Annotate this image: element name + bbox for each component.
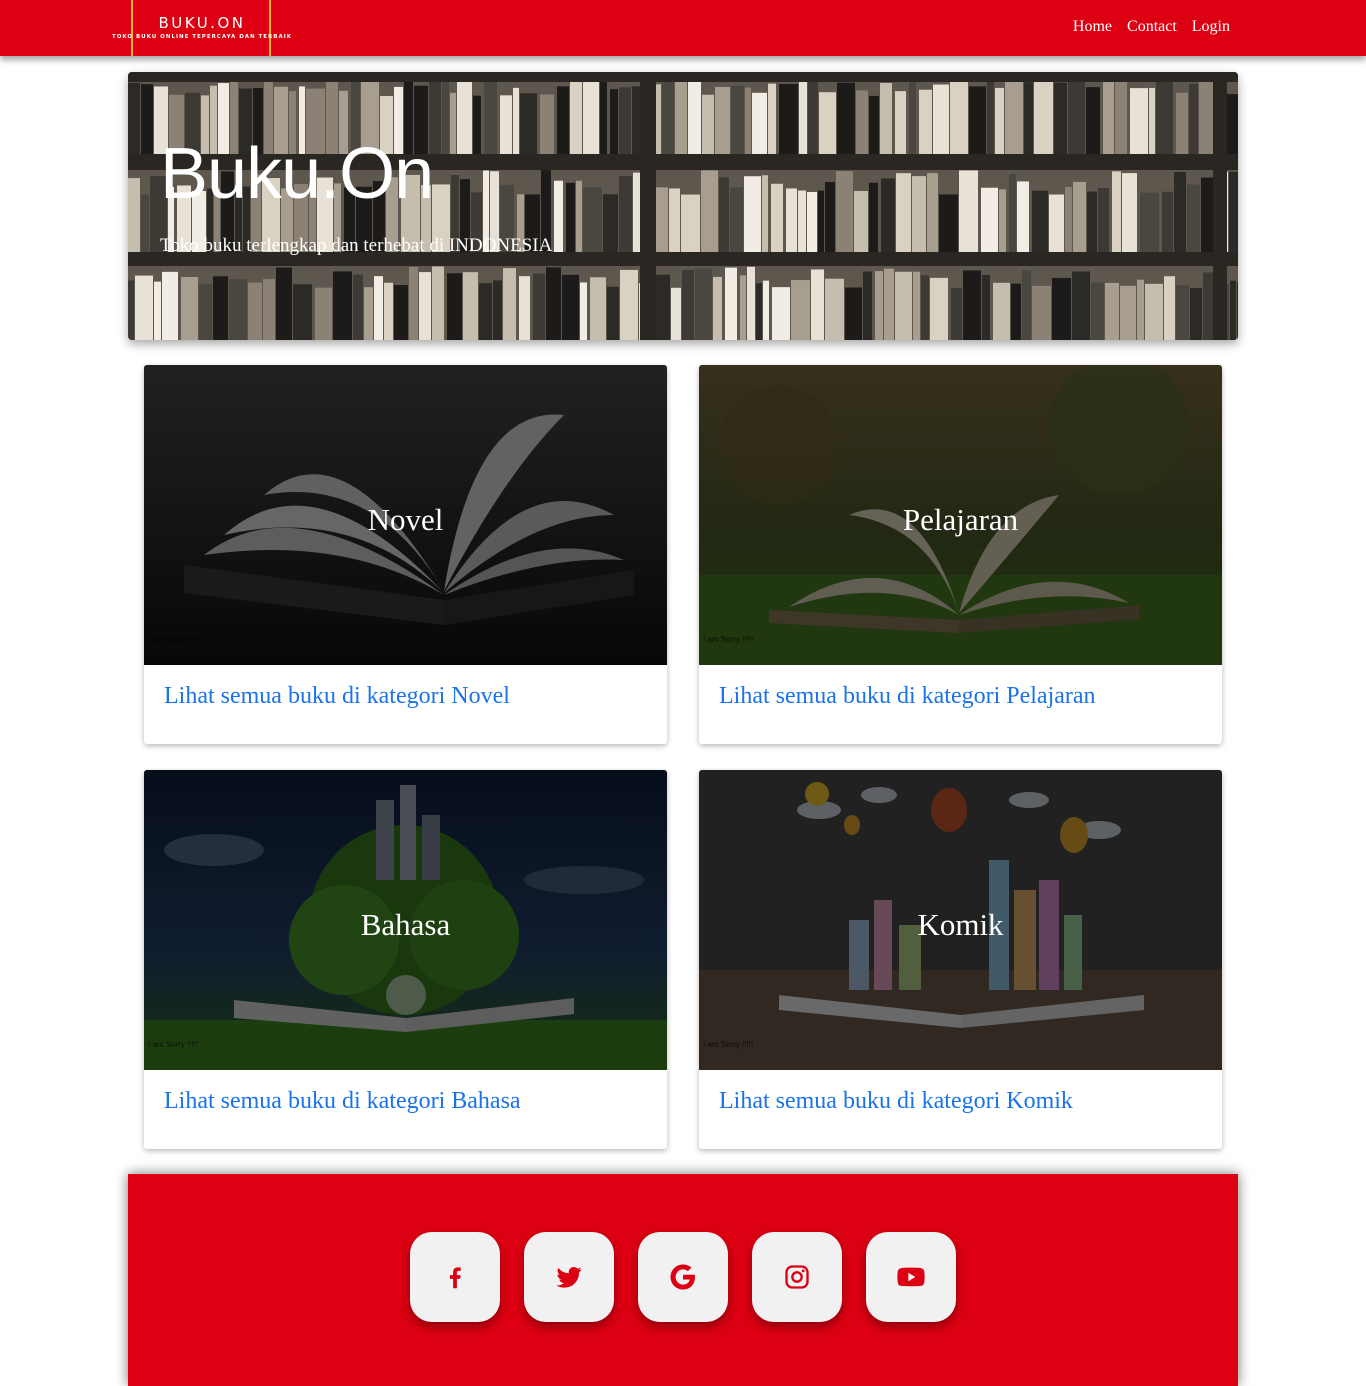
site-logo[interactable]: BUKU.ON TOKO BUKU ONLINE TEPERCAYA DAN T… — [106, 0, 298, 56]
youtube-icon — [897, 1267, 925, 1287]
twitter-icon — [556, 1267, 582, 1288]
nav-link-login[interactable]: Login — [1192, 18, 1230, 36]
image-watermark: I am Sorry !!!!! — [148, 1040, 199, 1049]
google-icon — [670, 1264, 695, 1290]
category-link-novel[interactable]: Lihat semua buku di kategori Novel — [164, 683, 510, 710]
logo-tagline: TOKO BUKU ONLINE TEPERCAYA DAN TERBAIK — [111, 34, 293, 40]
category-card-novel: I am Sorry !!!!! Novel Lihat semua buku … — [144, 365, 667, 744]
youtube-button[interactable] — [866, 1232, 956, 1322]
category-link-komik[interactable]: Lihat semua buku di kategori Komik — [719, 1088, 1073, 1115]
facebook-icon — [449, 1267, 461, 1289]
category-title: Pelajaran — [902, 502, 1019, 537]
hero-banner: Buku.On Toko buku terlengkap dan terheba… — [128, 72, 1238, 340]
category-card-bahasa: I am Sorry !!!!! Bahasa Lihat semua buku… — [144, 770, 667, 1149]
google-button[interactable] — [638, 1232, 728, 1322]
facebook-button[interactable] — [410, 1232, 500, 1322]
category-link-bahasa[interactable]: Lihat semua buku di kategori Bahasa — [164, 1088, 521, 1115]
social-links — [410, 1232, 956, 1322]
instagram-icon — [785, 1265, 809, 1289]
category-card-komik: I am Sorry !!!!! Komik Lihat semua buku … — [699, 770, 1222, 1149]
category-link-pelajaran[interactable]: Lihat semua buku di kategori Pelajaran — [719, 683, 1096, 710]
logo-title: BUKU.ON — [158, 14, 246, 32]
nav-link-contact[interactable]: Contact — [1127, 18, 1177, 36]
nav-link-home[interactable]: Home — [1073, 18, 1112, 36]
instagram-button[interactable] — [752, 1232, 842, 1322]
category-card-pelajaran: I am Sorry !!!!! Pelajaran Lihat semua b… — [699, 365, 1222, 744]
nav-links: Home Contact Login — [1073, 18, 1230, 36]
image-watermark: I am Sorry !!!!! — [703, 1040, 754, 1049]
category-image: I am Sorry !!!!! Komik — [699, 770, 1222, 1070]
category-image: I am Sorry !!!!! Pelajaran — [699, 365, 1222, 665]
footer — [128, 1174, 1238, 1386]
image-watermark: I am Sorry !!!!! — [703, 635, 754, 644]
hero-subtitle: Toko buku terlengkap dan terhebat di IND… — [160, 235, 553, 256]
category-image: I am Sorry !!!!! Novel — [144, 365, 667, 665]
category-title: Komik — [917, 907, 1004, 942]
category-title: Bahasa — [360, 907, 451, 942]
twitter-button[interactable] — [524, 1232, 614, 1322]
image-watermark: I am Sorry !!!!! — [148, 635, 199, 644]
navbar: BUKU.ON TOKO BUKU ONLINE TEPERCAYA DAN T… — [0, 0, 1366, 56]
hero-title: Buku.On — [160, 134, 434, 214]
category-image: I am Sorry !!!!! Bahasa — [144, 770, 667, 1070]
category-title: Novel — [367, 502, 444, 537]
